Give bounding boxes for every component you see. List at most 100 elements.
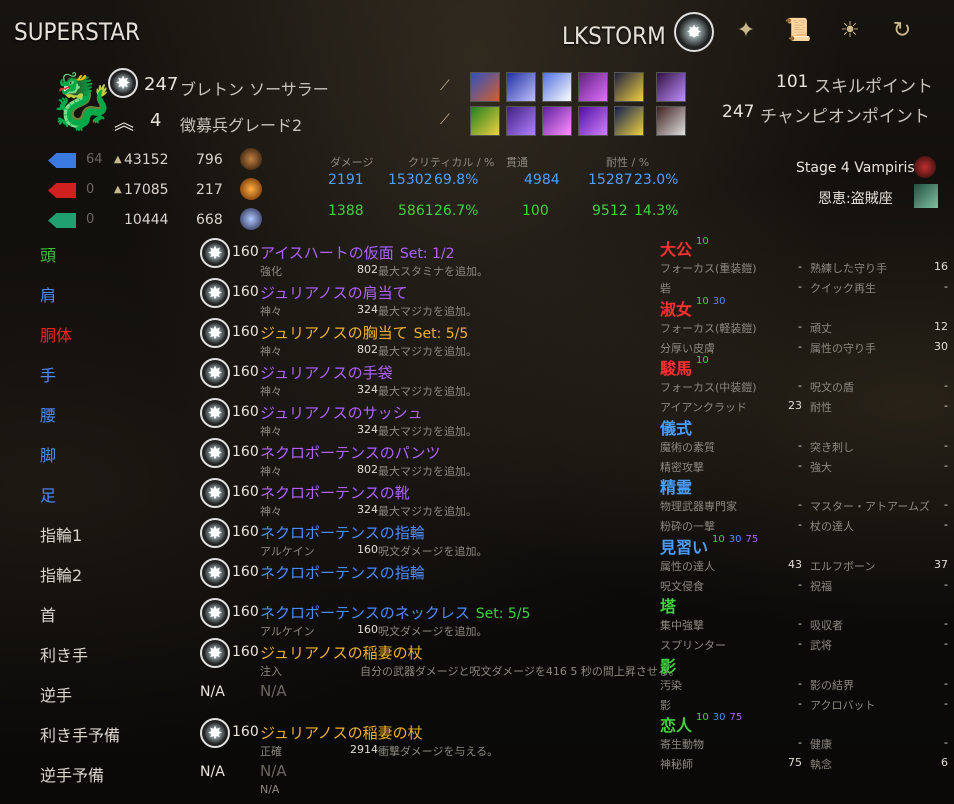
constellation-title[interactable]: 精霊 [660,474,692,498]
constellation-title[interactable]: 駿馬 10 [660,355,709,379]
item-trait: 注入 [260,665,282,678]
item-name[interactable]: ネクロポーテンスの靴 [260,482,410,503]
item-name-text: ジュリアノスの稲妻の杖 [260,724,423,742]
skill-slot[interactable] [578,106,608,136]
champion-skill-points: - [944,458,948,472]
skill-ultimate-slot[interactable] [656,72,686,102]
equipment-row[interactable]: 足 160ネクロポーテンスの靴神々 324最大マジカを追加。 [0,478,660,518]
constellation-title[interactable]: 儀式 [660,415,692,439]
equipment-row[interactable]: 腰 160ジュリアノスのサッシュ神々 324最大マジカを追加。 [0,398,660,438]
constellation-title[interactable]: 淑女 10 30 [660,296,725,320]
equipment-row[interactable]: 利き手 160ジュリアノスの稲妻の杖注入 自分の武器ダメージと呪文ダメージを416 … [0,638,680,678]
constellation-title[interactable]: 恋人 10 30 75 [660,712,742,736]
equipment-row[interactable]: 首160ネクロポーテンスのネックレスSet: 5/5アルケイン160呪文ダメージ… [0,598,660,638]
champion-star-icon [200,358,230,388]
champion-star-icon [200,478,230,508]
constellation-title[interactable]: 塔 [660,593,676,617]
item-name[interactable]: ジュリアノスの稲妻の杖 [260,722,423,743]
champion-skill-points: 6 [941,756,948,769]
equipment-row[interactable]: 利き手予備 160ジュリアノスの稲妻の杖正確 2914衝撃ダメージを与える。 [0,718,660,758]
equipment-row[interactable]: 逆手 N/A N/A [0,678,660,718]
item-name-text: ネクロポーテンスの指輪 [260,564,425,582]
equipment-row[interactable]: 胴体 160ジュリアノスの胸当て Set: 5/5 神々 802最大マジカを追加。 [0,318,660,358]
item-name-text: ネクロポーテンスの靴 [260,484,410,502]
champion-skill-name: 影の結界 [810,678,854,692]
item-name-text: ネクロポーテンスの指輪 [260,524,425,542]
champion-skill-points: - [944,696,948,710]
item-trait-value: 324 [357,303,378,316]
constellation-title-text: 見習い [660,537,709,557]
champion-skill-name: アクロバット [810,698,876,712]
slot-label: 利き手予備 [40,726,121,745]
item-name[interactable]: ジュリアノスの稲妻の杖 [260,642,423,663]
champion-skill-name: 集中強撃 [660,619,704,632]
rank-number: 4 [150,110,162,131]
item-name[interactable]: ネクロポーテンスの指輪 [260,562,425,583]
constellation-title-text: 精霊 [660,478,693,497]
champion-skill-name: 呪文侵食 [660,579,704,593]
item-name[interactable]: ネクロポーテンスのパンツ [260,442,440,463]
equipment-row[interactable]: 肩 160ジュリアノスの肩当て神々 324最大マジカを追加。 [0,278,660,318]
constellation-title[interactable]: 見習い 10 30 75 [660,534,758,558]
magic-damage: 2191 [328,172,364,188]
slot-label: 手 [40,366,57,385]
item-name[interactable]: N/A [260,682,287,700]
skill-slot[interactable] [542,106,572,136]
item-level: 160 [232,524,259,540]
item-level: 160 [232,324,259,340]
physical-resist: 9512 [592,203,628,219]
equipment-row[interactable]: 手 160ジュリアノスの手袋神々 324最大マジカを追加。 [0,358,660,398]
magic-crit: 15302 [388,172,433,188]
skill-slot[interactable] [614,106,644,136]
skill-slot[interactable] [470,106,500,136]
champion-skill-name: 寄生動物 [660,738,704,751]
item-name[interactable]: アイスハートの仮面 Set: 1/2 [260,242,455,263]
set-count: Set: 5/5 [413,326,469,342]
item-trait-effect: 最大マジカを追加。 [378,425,477,438]
constellation-passive-level: 75 [745,533,759,545]
item-name[interactable]: ネクロポーテンスの指輪 [260,522,425,543]
equipment-row[interactable]: 脚 160ネクロポーテンスのパンツ神々 802最大マジカを追加。 [0,438,660,478]
champion-skill-points: - [798,280,802,293]
sun-icon[interactable]: ☀ [836,16,864,44]
skill-slot[interactable] [506,72,536,102]
item-trait-value: 2914 [350,743,378,756]
equipment-row[interactable]: 逆手予備 N/A N/A N/A [0,758,660,798]
champion-skill-points: - [944,379,948,392]
constellation-title-text: 影 [660,656,677,676]
staff-icon-backup: ⟋ [440,112,450,128]
item-name[interactable]: ジュリアノスのサッシュ [260,402,423,423]
champion-skill-name: 執念 [810,758,832,771]
slot-label: 逆手予備 [40,766,105,785]
constellation-passive-level: 10 [712,533,725,545]
item-name[interactable]: N/A [260,762,287,780]
item-name[interactable]: ネクロポーテンスのネックレス Set: 5/5 [260,602,530,623]
skill-slot[interactable] [470,72,500,102]
item-trait-effect: 最大スタミナを追加。 [378,265,488,278]
slot-label: 指輪1 [40,526,83,545]
constellation-title[interactable]: 大公 10 [660,236,709,260]
skills-icon[interactable]: ✦ [732,16,760,44]
mundus-icon [240,148,262,170]
champion-star-icon [200,518,230,548]
skill-slot[interactable] [578,72,608,102]
drink-buff-icon [240,208,262,230]
equipment-row[interactable]: 頭 160アイスハートの仮面 Set: 1/2 強化 802最大スタミナを追加。 [0,238,660,278]
skill-ultimate-slot[interactable] [656,106,686,136]
item-name[interactable]: ジュリアノスの手袋 [260,362,393,383]
skill-slot[interactable] [542,72,572,102]
scroll-icon[interactable]: 📜 [784,16,812,44]
physical-pen: 100 [522,203,549,219]
refresh-icon[interactable]: ↻ [888,16,916,44]
account-name: LKSTORM [562,22,666,50]
champion-skill-points: 75 [788,756,802,769]
constellation-title[interactable]: 影 [660,653,676,677]
item-name[interactable]: ジュリアノスの胸当て Set: 5/5 [260,322,468,343]
equipment-row[interactable]: 指輪1160ネクロポーテンスの指輪アルケイン160呪文ダメージを追加。 [0,518,660,558]
item-name[interactable]: ジュリアノスの肩当て [260,282,408,303]
skill-slot[interactable] [506,106,536,136]
champion-star-icon[interactable] [674,12,714,52]
skill-slot[interactable] [614,72,644,102]
equipment-row[interactable]: 指輪2 160ネクロポーテンスの指輪 [0,558,660,598]
champion-skill-points: - [944,399,948,412]
